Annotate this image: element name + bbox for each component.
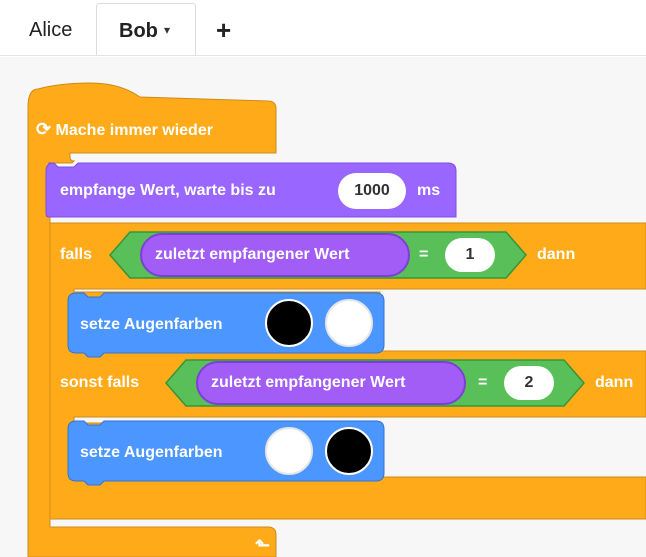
elseif-label: sonst falls	[60, 374, 140, 391]
eye-color-left-2[interactable]	[265, 427, 313, 475]
receive-label-before: empfange Wert, warte bis zu	[60, 182, 276, 199]
reporter-label-1: zuletzt empfangener Wert	[155, 246, 350, 263]
receive-block[interactable]: empfange Wert, warte bis zu	[60, 181, 276, 201]
set-eyes-block-1[interactable]: setze Augenfarben	[80, 315, 223, 335]
sprite-tab-bar: Alice Bob ▾ +	[0, 0, 646, 56]
tab-bob-label: Bob	[119, 20, 158, 42]
forever-label: Mache immer wieder	[55, 122, 213, 139]
chevron-down-icon[interactable]: ▾	[164, 0, 170, 60]
tab-bob[interactable]: Bob ▾	[96, 3, 196, 56]
add-tab-button[interactable]: +	[216, 0, 231, 56]
compare-value-input-2[interactable]: 2	[504, 366, 554, 400]
forever-block[interactable]: ⟳ Mache immer wieder	[36, 119, 213, 141]
eye-color-right-1[interactable]	[325, 299, 373, 347]
code-canvas[interactable]: ⟳ Mache immer wieder empfange Wert, wart…	[0, 57, 646, 557]
reporter-label-2: zuletzt empfangener Wert	[211, 374, 406, 391]
compare-value-input-1[interactable]: 1	[445, 238, 495, 272]
equals-operator-1: =	[419, 246, 429, 263]
eye-color-left-1[interactable]	[265, 299, 313, 347]
timeout-input[interactable]: 1000	[338, 173, 406, 209]
eye-color-right-2[interactable]	[325, 427, 373, 475]
set-eyes-block-2[interactable]: setze Augenfarben	[80, 443, 223, 463]
then-label-2: dann	[595, 374, 634, 391]
then-label-1: dann	[537, 246, 576, 263]
equals-operator-2: =	[478, 374, 488, 391]
tab-alice[interactable]: Alice	[29, 0, 72, 56]
receive-label-after: ms	[417, 182, 441, 199]
repeat-arrow-icon: ⟳	[36, 119, 52, 139]
tab-divider	[0, 55, 646, 56]
loop-up-arrow-icon: ⬑	[255, 535, 271, 555]
if-label: falls	[60, 246, 93, 263]
